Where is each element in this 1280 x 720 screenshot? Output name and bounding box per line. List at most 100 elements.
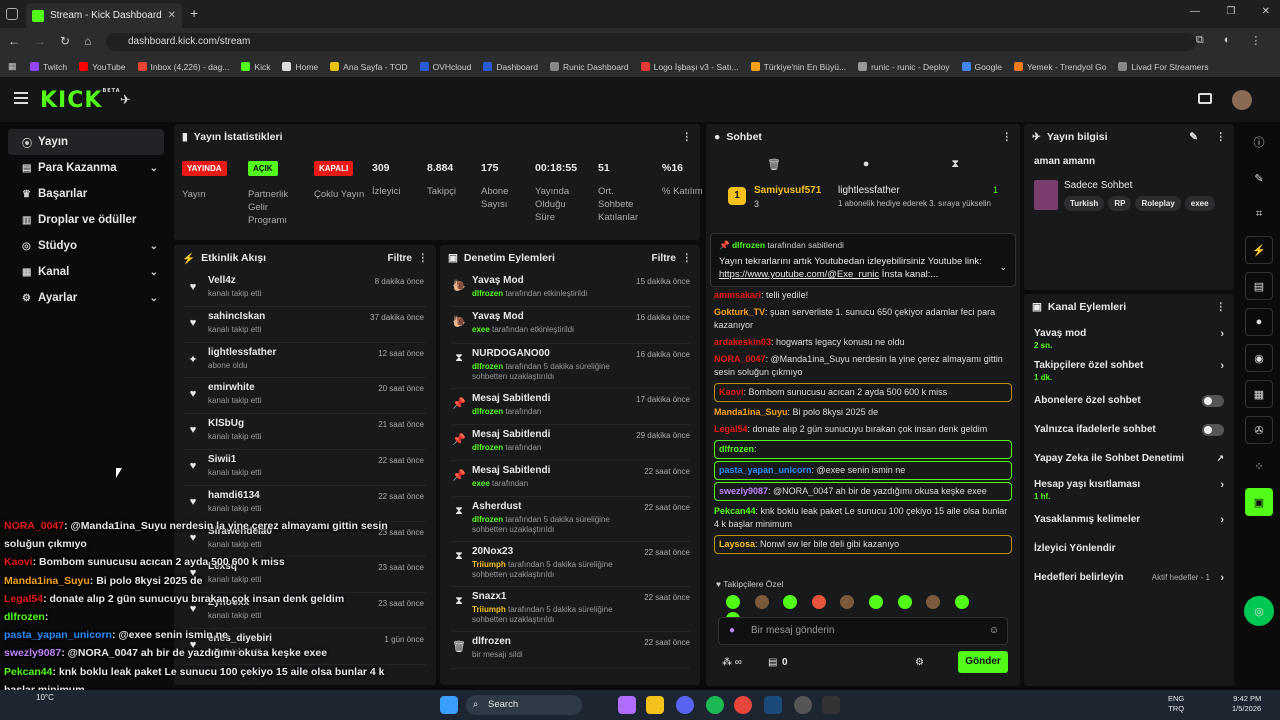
moderation-item[interactable]: ⧗ 20Nox23 Triiumph tarafından 5 dakika sür… [450,542,690,588]
moderation-actor[interactable]: exee [472,325,490,334]
forward-icon[interactable]: → [34,34,46,48]
spotify-icon[interactable] [706,696,724,714]
more-icon[interactable]: ⋮ [1216,301,1227,313]
bookmark-item[interactable]: Kick [241,62,270,72]
tag[interactable]: exee [1184,196,1215,211]
tab-search-icon[interactable] [6,8,18,20]
bookmark-item[interactable]: Runic Dashboard [549,62,629,72]
avatar[interactable] [1232,90,1252,110]
document-icon[interactable]: ▤ [1245,272,1273,300]
moderation-item[interactable]: 🐌 Yavaş Mod dlfrozen tarafından etkinleşti… [450,271,690,308]
pin-tool-icon[interactable]: ✈ [120,92,131,108]
mic-icon[interactable]: ● [729,618,735,644]
bookmark-item[interactable]: Livad For Streamers [1118,62,1208,72]
channel-action[interactable]: Abonelere özel sohbet [1024,386,1234,415]
channel-action[interactable]: Hedefleri belirleyin Aktif hedefler - 1 › [1024,563,1234,592]
emote-icon[interactable] [897,595,912,609]
hamburger-menu-icon[interactable] [14,92,28,104]
activity-user[interactable]: KlSbUg [208,418,244,429]
chat-message[interactable]: Gokturk_TV: şuan serverliste 1. sunucu 6… [706,304,1020,334]
chat-username[interactable]: Legal54 [714,424,748,434]
support-icon[interactable]: ◎ [1244,596,1274,626]
tag[interactable]: Turkish [1064,196,1105,211]
more-icon[interactable]: ⋮ [682,131,693,143]
maximize-icon[interactable]: ❐ [1226,6,1235,17]
activity-item[interactable]: ♥ Siwii1 kanalı takip etti 22 saat önce [184,450,426,486]
moderation-actor[interactable]: dlfrozen [472,289,503,298]
chat-icon[interactable]: ● [1245,308,1273,336]
moderation-actor[interactable]: dlfrozen [472,407,503,416]
activity-item[interactable]: ♥ sahincIskan kanalı takip etti 37 dakika ö… [184,307,426,343]
close-window-icon[interactable]: ✕ [1262,6,1270,17]
broadcast-icon[interactable]: ◉ [1245,344,1273,372]
obs-icon[interactable] [794,696,812,714]
chat-message[interactable]: ammsakari: telli yedile! [706,287,1020,304]
chat-message[interactable]: Pekcan44: knk boklu leak paket Le sunucu… [706,503,1020,533]
emoji-icon[interactable]: ☺ [989,618,999,644]
trash-icon[interactable]: 🗑 [767,158,781,171]
chat-username[interactable]: Laysosa [719,539,755,549]
gift-user-2[interactable]: lightlessfather [838,185,900,196]
bookmark-item[interactable]: Ana Sayfa - TOD [330,62,408,72]
epic-icon[interactable] [822,696,840,714]
sidebar-item[interactable]: ⚙ Ayarlar ⌄ [8,285,164,311]
chat-message[interactable]: Legal54: donate alıp 2 gün sunucuyu bıra… [706,421,1020,438]
emote-icon[interactable] [840,595,855,609]
edit-icon[interactable]: ✎ [1245,164,1273,192]
close-tab-icon[interactable]: ✕ [168,10,176,21]
chat-username[interactable]: Pekcan44 [714,506,756,516]
chat-message[interactable]: Laysosa: Nonwl sw ler bile deli gibi kaz… [714,535,1012,554]
copilot-icon[interactable] [618,696,636,714]
discord-icon[interactable] [676,696,694,714]
grid-icon[interactable]: ▦ [1245,380,1273,408]
chat-username[interactable]: dlfrozen [719,444,754,454]
moderation-item[interactable]: 📌 Mesaj Sabitlendi dlfrozen tarafından 29 d… [450,425,690,462]
moderation-actor[interactable]: Triiumph [472,560,506,569]
activity-user[interactable]: sahincIskan [208,311,265,322]
chat-username[interactable]: Kaovi [719,387,744,397]
weather-widget[interactable]: 10°C [36,693,54,702]
channel-action[interactable]: Yavaş mod 2 sn. › [1024,322,1234,354]
toggle-switch[interactable] [1202,394,1224,407]
sidebar-item[interactable]: ♛ Başarılar [8,181,164,207]
studio-icon[interactable] [1198,93,1212,104]
emote-icon[interactable] [954,595,969,609]
channel-action[interactable]: Takipçilere özel sohbet 1 dk. › [1024,354,1234,386]
address-bar[interactable]: dashboard.kick.com/stream [106,33,1196,51]
chat-input[interactable]: ● Bir mesaj gönderin ☺ [718,617,1008,645]
bookmark-item[interactable]: Yemek - Trendyol Go [1013,62,1106,72]
new-tab-button[interactable]: + [190,5,198,21]
steam-icon[interactable] [764,696,782,714]
browser-tab[interactable]: Stream - Kick Dashboard ✕ [26,3,182,28]
bookmark-item[interactable]: Logo İşbaşı v3 - Satı... [640,62,739,72]
sidebar-item[interactable]: ◎ Stüdyo ⌄ [8,233,164,259]
chat-settings-icon[interactable]: ⚙ [915,657,924,668]
moderation-item[interactable]: 🗑 dlfrozen bir mesajı sildi 22 saat önce [450,632,690,669]
bookmark-item[interactable]: Dashboard [483,62,538,72]
emote-icon[interactable] [811,595,826,609]
extensions-icon[interactable]: ⧉ [1196,34,1204,47]
files-icon[interactable] [646,696,664,714]
moderation-item[interactable]: 🐌 Yavaş Mod exee tarafından etkinleştirild… [450,307,690,344]
activity-item[interactable]: ♥ Vell4z kanalı takip etti 8 dakika önce [184,271,426,307]
emote-icon[interactable] [783,595,798,609]
reload-icon[interactable]: ↻ [60,34,70,48]
taskbar-search[interactable]: ⌕ Search [466,695,582,715]
bookmark-item[interactable]: OVHcloud [419,62,471,72]
chat-message[interactable]: dlfrozen: [714,440,1012,459]
send-button[interactable]: Gönder [958,651,1008,673]
emote-icon[interactable] [754,595,769,609]
bookmark-item[interactable]: Twitch [30,62,67,72]
menu-icon[interactable]: ⋮ [1250,34,1261,47]
bookmark-item[interactable]: YouTube [79,62,126,72]
tag[interactable]: Roleplay [1135,196,1181,211]
activity-user[interactable]: hamdi6134 [208,490,260,501]
chat-username[interactable]: ardakeskin03 [714,337,771,347]
activity-item[interactable]: ♥ emirwhite kanalı takip etti 20 saat önce [184,378,426,415]
chat-message[interactable]: Kaovi: Bombom sunucusu acıcan 2 ayda 500… [714,383,1012,402]
home-icon[interactable]: ⌂ [84,34,91,48]
windows-start-icon[interactable] [440,696,458,714]
sidebar-item[interactable]: ▦ Kanal ⌄ [8,259,164,285]
chat-username[interactable]: Gokturk_TV [714,307,765,317]
clock[interactable]: 9:42 PM 1/5/2026 [1232,694,1261,714]
